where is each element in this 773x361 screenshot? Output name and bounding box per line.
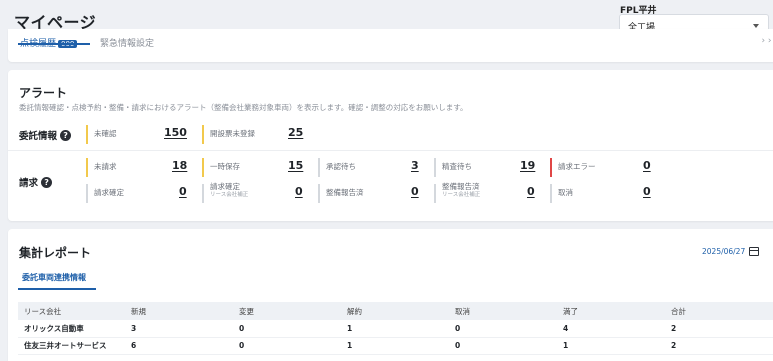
tab-underline <box>18 43 90 45</box>
status-bar <box>550 158 552 177</box>
alert-cell-label: 未請求 <box>94 162 117 171</box>
table-cell: 2 <box>665 320 773 338</box>
status-bar <box>318 184 320 203</box>
table-cell: 2 <box>665 337 773 355</box>
alert-cell-billing-confirmed-lease[interactable]: 請求確定 リース会社補正 0 <box>202 183 312 203</box>
table-row: 住友三井オートサービス 6 0 1 0 1 2 <box>18 337 773 355</box>
alert-cell-label: 請求確定 <box>94 188 124 197</box>
alert-cell-awaiting-review[interactable]: 精査待ち 19 <box>434 158 544 177</box>
table-cell: 住友三井オートサービス <box>18 337 125 355</box>
alert-cell-count[interactable]: 18 <box>172 159 187 172</box>
tab-consignment-vehicle[interactable]: 委託車両連携情報 <box>22 272 86 283</box>
alert-cell-count[interactable]: 0 <box>643 159 651 172</box>
alert-cell-label: 請求エラー <box>558 162 596 171</box>
top-tabs-card: 点検履歴000 緊急情報設定 › › › <box>8 29 773 62</box>
alert-cell-label-main: 請求確定 <box>210 182 240 191</box>
status-bar <box>86 184 88 203</box>
table-cell: 1 <box>557 337 665 355</box>
alert-cell-count[interactable]: 15 <box>288 159 303 172</box>
table-cell: 1 <box>341 337 449 355</box>
status-bar <box>202 158 204 177</box>
alert-cell-cancelled[interactable]: 取消 0 <box>550 184 660 203</box>
alert-cell-label-main: 整備報告済 <box>442 182 480 191</box>
seikyu-label: 請求 ? <box>19 175 53 189</box>
alert-cell-maintenance-reported-lease[interactable]: 整備報告済 リース会社補正 0 <box>434 183 544 203</box>
alert-title: アラート <box>19 86 68 100</box>
alert-cell-unregistered[interactable]: 開設票未登録 25 <box>202 125 312 144</box>
column-header: リース会社 <box>18 302 125 320</box>
status-bar <box>318 158 320 177</box>
chevron-down-icon <box>753 24 759 28</box>
alert-cell-label: 請求確定 リース会社補正 <box>210 183 248 199</box>
alert-cell-count[interactable]: 3 <box>411 159 419 172</box>
alert-cell-billing-confirmed[interactable]: 請求確定 0 <box>86 184 196 203</box>
alert-cell-count[interactable]: 19 <box>520 159 535 172</box>
alert-cell-label: 整備報告済 リース会社補正 <box>442 183 480 199</box>
table-cell: 3 <box>125 320 233 338</box>
table-cell: 4 <box>557 320 665 338</box>
table-cell: 1 <box>341 320 449 338</box>
table-row: オリックス自動車 3 0 1 0 4 2 <box>18 320 773 338</box>
table-cell: オリックス自動車 <box>18 320 125 338</box>
alert-description: 委託情報確認・点検予約・整備・請求におけるアラート（整備会社業務対象車両）を表示… <box>19 103 468 112</box>
alert-cell-label: 取消 <box>558 188 573 197</box>
status-bar <box>550 184 552 203</box>
alert-cell-sublabel: リース会社補正 <box>210 192 249 198</box>
alert-cell-awaiting-approval[interactable]: 承認待ち 3 <box>318 158 428 177</box>
table-cell: 0 <box>233 337 341 355</box>
alert-cell-sublabel: リース会社補正 <box>442 192 481 198</box>
status-bar <box>434 158 436 177</box>
column-header: 合計 <box>665 302 773 320</box>
alert-cell-label: 未確認 <box>94 129 117 138</box>
alert-cell-count[interactable]: 150 <box>164 126 187 139</box>
alert-cell-temp-saved[interactable]: 一時保存 15 <box>202 158 312 177</box>
table-cell: 6 <box>125 337 233 355</box>
column-header: 取消 <box>449 302 557 320</box>
alert-cell-count[interactable]: 0 <box>527 185 535 198</box>
report-title: 集計レポート <box>19 246 92 260</box>
calendar-icon[interactable] <box>749 247 760 256</box>
alert-cell-billing-error[interactable]: 請求エラー 0 <box>550 158 660 177</box>
status-bar <box>86 125 88 144</box>
alert-cell-label: 承認待ち <box>326 162 356 171</box>
alert-cell-label: 整備報告済 <box>326 188 364 197</box>
alert-cell-unbilled[interactable]: 未請求 18 <box>86 158 196 177</box>
alert-cell-label: 開設票未登録 <box>210 129 255 138</box>
itaku-label-text: 委託情報 <box>19 131 58 142</box>
alert-cell-count[interactable]: 0 <box>179 185 187 198</box>
itaku-label: 委託情報 ? <box>19 128 72 142</box>
report-card: 集計レポート 2025/06/27 委託車両連携情報 リース会社 新規 変更 解… <box>8 229 773 361</box>
table-header-row: リース会社 新規 変更 解約 取消 満了 合計 <box>18 302 773 320</box>
alert-cell-label: 一時保存 <box>210 162 240 171</box>
status-bar <box>202 184 204 203</box>
alert-cell-count[interactable]: 0 <box>411 185 419 198</box>
report-table: リース会社 新規 変更 解約 取消 満了 合計 オリックス自動車 3 0 1 0… <box>18 302 773 355</box>
report-date-text: 2025/06/27 <box>702 247 746 256</box>
help-icon[interactable]: ? <box>60 129 72 141</box>
column-header: 満了 <box>557 302 665 320</box>
alert-cell-count[interactable]: 25 <box>288 126 303 139</box>
column-header: 解約 <box>341 302 449 320</box>
column-header: 変更 <box>233 302 341 320</box>
table-cell: 0 <box>449 337 557 355</box>
help-icon[interactable]: ? <box>41 176 53 188</box>
table-cell: 0 <box>449 320 557 338</box>
divider <box>8 150 773 151</box>
column-header: 新規 <box>125 302 233 320</box>
status-bar <box>86 158 88 177</box>
report-tab-underline <box>18 288 96 290</box>
table-cell: 0 <box>233 320 341 338</box>
alert-cell-count[interactable]: 0 <box>643 185 651 198</box>
alert-cell-unconfirmed[interactable]: 未確認 150 <box>86 125 196 144</box>
alert-cell-maintenance-reported[interactable]: 整備報告済 0 <box>318 184 428 203</box>
more-icon[interactable]: › › › <box>761 36 773 46</box>
status-bar <box>434 184 436 203</box>
alert-card: アラート 委託情報確認・点検予約・整備・請求におけるアラート（整備会社業務対象車… <box>8 70 773 221</box>
status-bar <box>202 125 204 144</box>
alert-cell-label: 精査待ち <box>442 162 472 171</box>
alert-cell-count[interactable]: 0 <box>295 185 303 198</box>
seikyu-label-text: 請求 <box>19 178 39 189</box>
tab-emergency-settings[interactable]: 緊急情報設定 <box>100 36 154 49</box>
report-date[interactable]: 2025/06/27 <box>702 247 760 256</box>
